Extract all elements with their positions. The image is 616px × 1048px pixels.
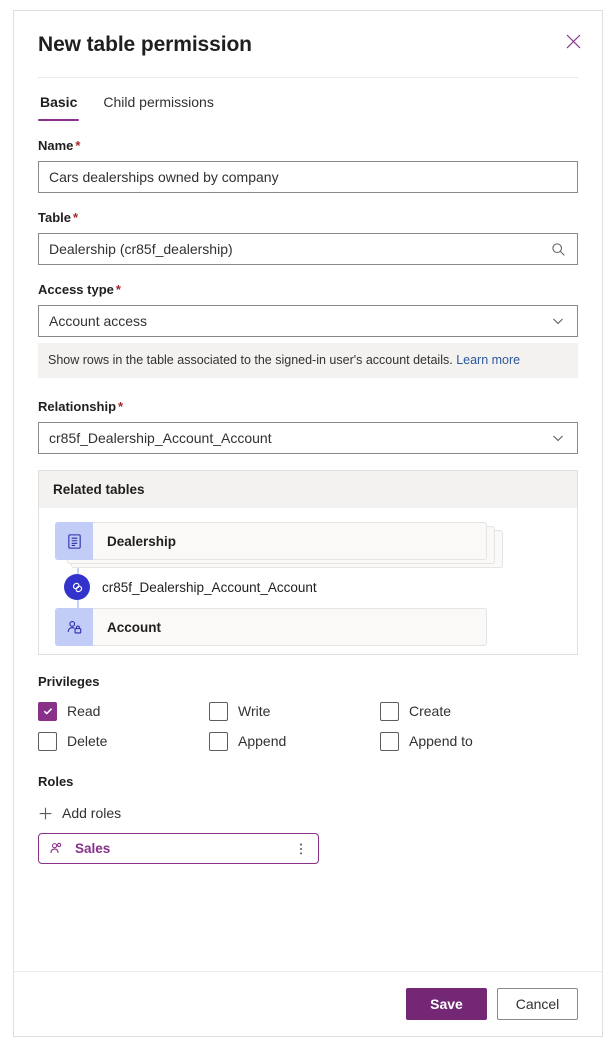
save-button[interactable]: Save bbox=[406, 988, 487, 1020]
tab-list: Basic Child permissions bbox=[14, 78, 602, 121]
role-chip-sales[interactable]: Sales bbox=[38, 833, 319, 864]
learn-more-link[interactable]: Learn more bbox=[456, 353, 520, 367]
checkbox-create[interactable]: Create bbox=[380, 701, 578, 721]
chevron-down-icon[interactable] bbox=[549, 312, 567, 330]
more-vertical-icon[interactable] bbox=[294, 842, 308, 856]
diagram-relationship-node[interactable]: cr85f_Dealership_Account_Account bbox=[55, 570, 561, 604]
related-tables-panel: Related tables Dealership cr85f_Dealersh… bbox=[38, 470, 578, 655]
access-type-select[interactable]: Account access bbox=[38, 305, 578, 337]
checkbox-write[interactable]: Write bbox=[209, 701, 380, 721]
relationship-required-marker: * bbox=[118, 399, 124, 414]
checkbox-append-to-box bbox=[380, 731, 399, 751]
field-table: Table * Dealership (cr85f_dealership) bbox=[38, 209, 578, 265]
chevron-down-icon[interactable] bbox=[549, 429, 567, 447]
checkbox-append[interactable]: Append bbox=[209, 731, 380, 751]
name-input[interactable]: Cars dealerships owned by company bbox=[38, 161, 578, 193]
target-card: Account bbox=[55, 608, 487, 646]
add-roles-label: Add roles bbox=[62, 805, 122, 821]
field-access-type: Access type * Account access Show rows in… bbox=[38, 281, 578, 378]
cancel-button[interactable]: Cancel bbox=[497, 988, 578, 1020]
name-label-text: Name bbox=[38, 138, 74, 153]
new-table-permission-dialog: New table permission Basic Child permiss… bbox=[13, 10, 603, 1037]
checkbox-append-box bbox=[209, 731, 228, 751]
table-input-value: Dealership (cr85f_dealership) bbox=[49, 241, 233, 257]
field-relationship: Relationship * cr85f_Dealership_Account_A… bbox=[38, 398, 578, 454]
table-icon bbox=[55, 522, 93, 560]
checkbox-append-label: Append bbox=[238, 733, 287, 749]
table-input[interactable]: Dealership (cr85f_dealership) bbox=[38, 233, 578, 265]
account-icon bbox=[55, 608, 93, 646]
name-input-value: Cars dealerships owned by company bbox=[49, 169, 279, 185]
checkbox-read-label: Read bbox=[67, 703, 101, 719]
roles-label: Roles bbox=[38, 774, 74, 789]
target-table-label: Account bbox=[107, 619, 161, 635]
page-title: New table permission bbox=[38, 33, 252, 56]
relationship-name-label: cr85f_Dealership_Account_Account bbox=[102, 579, 317, 595]
card-stack-sheet: Dealership bbox=[55, 522, 487, 560]
checkbox-delete[interactable]: Delete bbox=[38, 731, 209, 751]
privileges-grid: Read Write Create Delete Append Append t… bbox=[38, 701, 578, 751]
role-chip-label: Sales bbox=[75, 841, 111, 856]
table-required-marker: * bbox=[73, 210, 79, 225]
dialog-body: Name * Cars dealerships owned by company … bbox=[14, 121, 602, 971]
relationship-label: Relationship * bbox=[38, 398, 578, 416]
tab-basic-label: Basic bbox=[40, 94, 78, 110]
source-table-label: Dealership bbox=[107, 533, 177, 549]
checkbox-append-to-label: Append to bbox=[409, 733, 473, 749]
header-divider bbox=[38, 77, 578, 78]
person-role-icon bbox=[49, 841, 64, 856]
plus-icon bbox=[38, 806, 53, 821]
relationship-select[interactable]: cr85f_Dealership_Account_Account bbox=[38, 422, 578, 454]
checkbox-create-box bbox=[380, 701, 399, 721]
search-icon[interactable] bbox=[549, 240, 567, 258]
name-label: Name * bbox=[38, 137, 578, 155]
table-label: Table * bbox=[38, 209, 578, 227]
name-required-marker: * bbox=[75, 138, 81, 153]
field-name: Name * Cars dealerships owned by company bbox=[38, 137, 578, 193]
checkbox-read[interactable]: Read bbox=[38, 701, 209, 721]
roles-section: Roles Add roles Sales bbox=[38, 773, 578, 864]
access-type-label: Access type * bbox=[38, 281, 578, 299]
checkbox-read-box bbox=[38, 701, 57, 721]
diagram-target-node[interactable]: Account bbox=[55, 608, 561, 646]
access-type-value: Account access bbox=[49, 313, 148, 329]
access-type-hint-text: Show rows in the table associated to the… bbox=[48, 353, 453, 367]
checkbox-create-label: Create bbox=[409, 703, 452, 719]
relationship-value: cr85f_Dealership_Account_Account bbox=[49, 430, 272, 446]
privileges-section: Privileges Read Write Create Delete Appe… bbox=[38, 673, 578, 751]
dialog-footer: Save Cancel bbox=[14, 971, 602, 1036]
access-type-hint: Show rows in the table associated to the… bbox=[38, 343, 578, 378]
tab-basic[interactable]: Basic bbox=[38, 92, 80, 121]
checkbox-delete-box bbox=[38, 731, 57, 751]
close-button[interactable] bbox=[556, 27, 590, 61]
checkbox-write-box bbox=[209, 701, 228, 721]
dialog-header: New table permission bbox=[14, 11, 602, 78]
privileges-label: Privileges bbox=[38, 674, 100, 689]
checkbox-delete-label: Delete bbox=[67, 733, 108, 749]
source-card-stack: Dealership bbox=[55, 522, 561, 568]
table-label-text: Table bbox=[38, 210, 71, 225]
access-type-label-text: Access type bbox=[38, 282, 114, 297]
add-roles-button[interactable]: Add roles bbox=[38, 801, 121, 825]
diagram-source-node[interactable]: Dealership bbox=[55, 522, 561, 568]
access-type-required-marker: * bbox=[115, 282, 121, 297]
relationship-label-text: Relationship bbox=[38, 399, 117, 414]
relationship-diagram: Dealership cr85f_Dealership_Account_Acco… bbox=[39, 508, 577, 654]
related-tables-header: Related tables bbox=[39, 471, 577, 508]
checkbox-append-to[interactable]: Append to bbox=[380, 731, 578, 751]
tab-child-permissions[interactable]: Child permissions bbox=[101, 92, 215, 121]
link-icon bbox=[64, 574, 90, 600]
checkbox-write-label: Write bbox=[238, 703, 271, 719]
close-icon bbox=[566, 34, 581, 54]
tab-child-permissions-label: Child permissions bbox=[103, 94, 214, 110]
